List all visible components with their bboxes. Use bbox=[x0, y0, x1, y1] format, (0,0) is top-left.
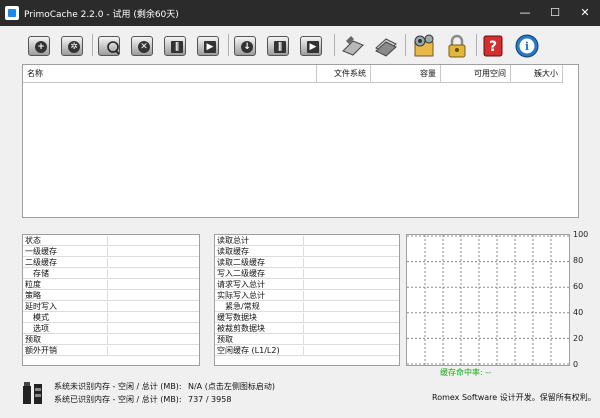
close-button[interactable]: ✕ bbox=[570, 0, 600, 26]
table-row: 延时写入 bbox=[23, 302, 199, 312]
recognized-memory-label: 系统已识别内存 - 空闲 / 总计 (MB): bbox=[54, 395, 182, 404]
table-row: 读取缓存 bbox=[215, 247, 399, 257]
y-tick-label: 20 bbox=[573, 334, 584, 343]
tools-button[interactable] bbox=[340, 33, 366, 59]
pause-cache-button[interactable]: ∥ bbox=[163, 33, 189, 59]
y-tick-label: 40 bbox=[573, 308, 584, 317]
table-row: 写入二级缓存 bbox=[215, 269, 399, 279]
pause-all-icon: ∥ bbox=[267, 36, 289, 56]
toolbar-separator bbox=[92, 34, 93, 56]
lock-icon bbox=[448, 34, 466, 58]
volume-list[interactable]: 名称 文件系统 容量 可用空间 簇大小 bbox=[22, 64, 579, 218]
resume-all-button[interactable]: ▶ bbox=[299, 33, 325, 59]
search-drive-icon bbox=[98, 36, 120, 56]
hit-rate-plot bbox=[407, 235, 569, 365]
pause-cache-icon: ∥ bbox=[164, 36, 186, 56]
table-row: 实际写入总计 bbox=[215, 291, 399, 301]
column-header-cluster-size[interactable]: 簇大小 bbox=[511, 65, 563, 83]
unrecognized-memory-label: 系统未识别内存 - 空闲 / 总计 (MB): bbox=[54, 382, 182, 391]
table-row: 存储 bbox=[23, 269, 199, 279]
column-header-filesystem[interactable]: 文件系统 bbox=[317, 65, 371, 83]
table-row: 读取总计 bbox=[215, 236, 399, 246]
toolbar-separator bbox=[476, 34, 477, 56]
toolbar-separator bbox=[405, 34, 406, 56]
table-row: 选项 bbox=[23, 324, 199, 334]
delete-cache-icon: ✕ bbox=[131, 36, 153, 56]
help-icon: ? bbox=[483, 35, 503, 57]
toolbar-separator bbox=[334, 34, 335, 56]
delete-cache-button[interactable]: ✕ bbox=[130, 33, 156, 59]
y-tick-label: 80 bbox=[573, 256, 584, 265]
table-row: 二级缓存 bbox=[23, 258, 199, 268]
cache-info-table: 状态 一级缓存 二级缓存 存储 粒度 策略 延时写入 模式 选项 预取 额外开销 bbox=[22, 234, 200, 366]
title-bar: PrimoCache 2.2.0 - 试用 (剩余60天) — ☐ ✕ bbox=[0, 0, 600, 26]
table-row: 被裁剪数据块 bbox=[215, 324, 399, 334]
memory-chip-icon[interactable] bbox=[22, 380, 46, 406]
copyright-text: Romex Software 设计开发。保留所有权利。 bbox=[432, 393, 596, 402]
add-cache-icon: + bbox=[28, 36, 50, 56]
table-row: 策略 bbox=[23, 291, 199, 301]
table-row: 预取 bbox=[215, 335, 399, 345]
table-row: 紧急/常规 bbox=[215, 302, 399, 312]
app-icon bbox=[5, 6, 19, 20]
table-row: 读取二级缓存 bbox=[215, 258, 399, 268]
table-row: 缓写数据块 bbox=[215, 313, 399, 323]
column-header-free-space[interactable]: 可用空间 bbox=[441, 65, 511, 83]
column-header-capacity[interactable]: 容量 bbox=[371, 65, 441, 83]
about-button[interactable]: i bbox=[514, 33, 540, 59]
recognized-memory-value: 737 / 3958 bbox=[188, 395, 232, 404]
pause-all-button[interactable]: ∥ bbox=[266, 33, 292, 59]
resume-all-icon: ▶ bbox=[300, 36, 322, 56]
table-row: 一级缓存 bbox=[23, 247, 199, 257]
add-cache-button[interactable]: + bbox=[27, 33, 53, 59]
export-button[interactable]: ↓ bbox=[233, 33, 259, 59]
info-icon: i bbox=[515, 34, 539, 58]
y-tick-label: 0 bbox=[573, 360, 579, 369]
unrecognized-memory-value: N/A (点击左侧图标启动) bbox=[188, 382, 275, 391]
table-row: 粒度 bbox=[23, 280, 199, 290]
y-tick-label: 60 bbox=[573, 282, 584, 291]
column-header-name[interactable]: 名称 bbox=[23, 65, 317, 83]
minimize-button[interactable]: — bbox=[510, 0, 540, 26]
cache-stats-table: 读取总计 读取缓存 读取二级缓存 写入二级缓存 请求写入总计 实际写入总计 紧急… bbox=[214, 234, 400, 366]
y-tick-label: 100 bbox=[573, 230, 589, 239]
preferences-icon bbox=[414, 34, 434, 57]
license-button[interactable] bbox=[373, 33, 399, 59]
drive-settings-button[interactable]: ✲ bbox=[60, 33, 86, 59]
toolbar-separator bbox=[228, 34, 229, 56]
table-row: 状态 bbox=[23, 236, 199, 246]
preferences-button[interactable] bbox=[411, 33, 437, 59]
table-row: 空闲缓存 (L1/L2) bbox=[215, 346, 399, 356]
help-button[interactable]: ? bbox=[481, 33, 507, 59]
table-row: 请求写入总计 bbox=[215, 280, 399, 290]
export-down-icon: ↓ bbox=[234, 36, 256, 56]
table-row: 模式 bbox=[23, 313, 199, 323]
lock-button[interactable] bbox=[444, 33, 470, 59]
window-title: PrimoCache 2.2.0 - 试用 (剩余60天) bbox=[24, 10, 179, 20]
hit-rate-chart bbox=[406, 234, 570, 366]
svg-text:?: ? bbox=[489, 39, 497, 55]
tools-icon bbox=[342, 36, 364, 56]
resume-cache-button[interactable]: ▶ bbox=[196, 33, 222, 59]
license-icon bbox=[375, 38, 397, 57]
hit-rate-label: 缓存命中率: -- bbox=[440, 368, 492, 377]
search-drive-button[interactable] bbox=[97, 33, 123, 59]
table-row: 额外开销 bbox=[23, 346, 199, 356]
drive-settings-icon: ✲ bbox=[61, 36, 83, 56]
svg-text:i: i bbox=[525, 40, 529, 53]
table-row: 预取 bbox=[23, 335, 199, 345]
resume-cache-icon: ▶ bbox=[197, 36, 219, 56]
toolbar: + ✲ ✕ ∥ ▶ ↓ ∥ ▶ ? i bbox=[0, 26, 600, 64]
maximize-button[interactable]: ☐ bbox=[540, 0, 570, 26]
